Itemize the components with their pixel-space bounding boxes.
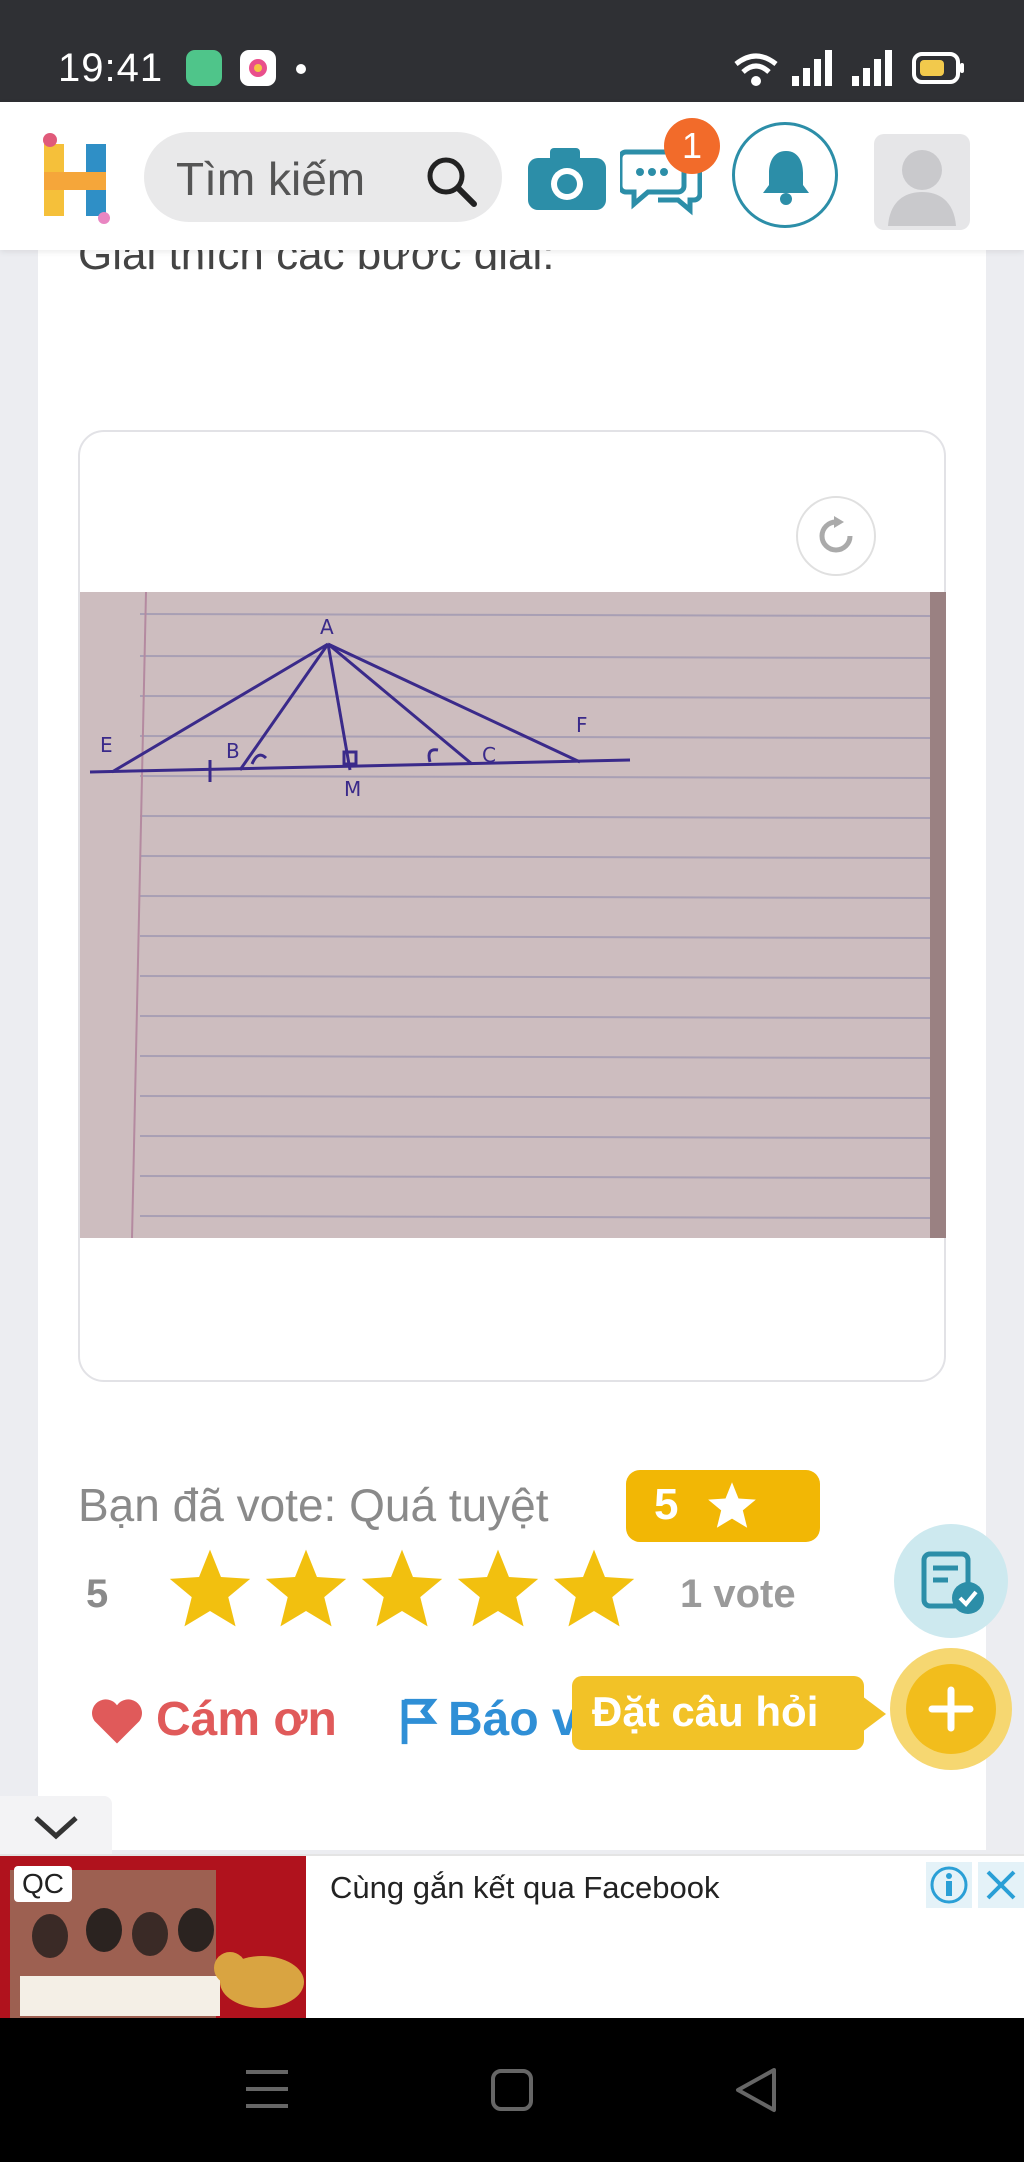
- ad-info-button[interactable]: [926, 1862, 972, 1908]
- ad-image[interactable]: QC: [0, 1856, 306, 2020]
- ad-text[interactable]: Cùng gắn kết qua Facebook: [330, 1870, 720, 1906]
- avatar[interactable]: [874, 134, 970, 230]
- menu-icon[interactable]: [244, 2068, 290, 2110]
- collapse-ad-button[interactable]: [0, 1796, 112, 1858]
- signal-2-icon: [852, 50, 892, 86]
- vote-badge-value: 5: [654, 1480, 679, 1529]
- more-notifications-dot: [296, 64, 306, 74]
- star-5-icon[interactable]: [550, 1546, 638, 1630]
- signal-icon: [792, 50, 832, 86]
- svg-text:E: E: [100, 733, 113, 757]
- ask-question-label[interactable]: Đặt câu hỏi: [572, 1676, 864, 1750]
- answer-card: Giải thích các bước giải:: [38, 250, 986, 1850]
- svg-text:M: M: [344, 777, 361, 801]
- heart-icon: [92, 1699, 142, 1744]
- document-check-icon: [921, 1551, 984, 1614]
- app-notification-icon: [186, 50, 222, 86]
- rating-value: 5: [86, 1572, 109, 1616]
- app-header: Tìm kiếm 1: [0, 102, 1024, 250]
- search-box[interactable]: Tìm kiếm: [144, 132, 502, 222]
- close-icon: [986, 1870, 1016, 1900]
- star-2-icon[interactable]: [262, 1546, 350, 1630]
- flag-icon: [401, 1698, 438, 1745]
- svg-text:C: C: [482, 743, 496, 767]
- answer-photo[interactable]: A E F B C M: [80, 592, 946, 1238]
- bell-icon: [763, 151, 809, 205]
- answer-image-frame: A E F B C M: [78, 430, 946, 1382]
- ad-label: QC: [14, 1866, 72, 1902]
- rotate-image-button[interactable]: [796, 496, 876, 576]
- logo[interactable]: [36, 130, 116, 226]
- camera-icon[interactable]: [526, 146, 608, 212]
- chevron-down-icon: [34, 1816, 78, 1840]
- ask-question-text: Đặt câu hỏi: [592, 1688, 819, 1735]
- star-4-icon[interactable]: [454, 1546, 542, 1630]
- handwritten-solution-image: A E F B C M: [80, 592, 946, 1238]
- vote-badge: 5: [626, 1470, 820, 1542]
- my-questions-button[interactable]: [894, 1524, 1008, 1638]
- ad-banner[interactable]: QC Cùng gắn kết qua Facebook: [0, 1854, 1024, 2020]
- status-bar: 19:41: [0, 0, 1024, 102]
- info-icon: [930, 1866, 968, 1904]
- svg-text:B: B: [226, 739, 240, 763]
- vote-count: 1 vote: [680, 1572, 796, 1616]
- search-icon[interactable]: [424, 154, 480, 210]
- messages-badge: 1: [664, 118, 720, 174]
- star-3-icon[interactable]: [358, 1546, 446, 1630]
- svg-text:A: A: [320, 615, 334, 639]
- ask-pill-pointer: [862, 1696, 886, 1732]
- fab-plus-inner: [906, 1664, 996, 1754]
- ad-close-button[interactable]: [978, 1862, 1024, 1908]
- system-nav-bar: [0, 2018, 1024, 2162]
- vote-badge-star-icon: [708, 1482, 756, 1528]
- search-input[interactable]: Tìm kiếm: [176, 152, 365, 206]
- svg-text:F: F: [576, 713, 588, 737]
- rotate-icon: [819, 516, 853, 553]
- status-time: 19:41: [58, 46, 164, 90]
- plus-icon: [928, 1686, 974, 1732]
- ask-question-fab[interactable]: [890, 1648, 1012, 1770]
- thanks-label: Cám ơn: [156, 1693, 337, 1746]
- back-icon[interactable]: [734, 2066, 778, 2114]
- home-icon[interactable]: [490, 2068, 534, 2112]
- wifi-icon: [734, 53, 778, 86]
- answer-heading-cut: Giải thích các bước giải:: [78, 250, 555, 270]
- vote-status-text: Bạn đã vote: Quá tuyệt: [78, 1479, 549, 1531]
- notifications-button[interactable]: [732, 122, 838, 228]
- star-1-icon[interactable]: [166, 1546, 254, 1630]
- battery-icon: [912, 52, 964, 84]
- star-rating[interactable]: [166, 1546, 666, 1636]
- photos-notification-icon: [240, 50, 276, 86]
